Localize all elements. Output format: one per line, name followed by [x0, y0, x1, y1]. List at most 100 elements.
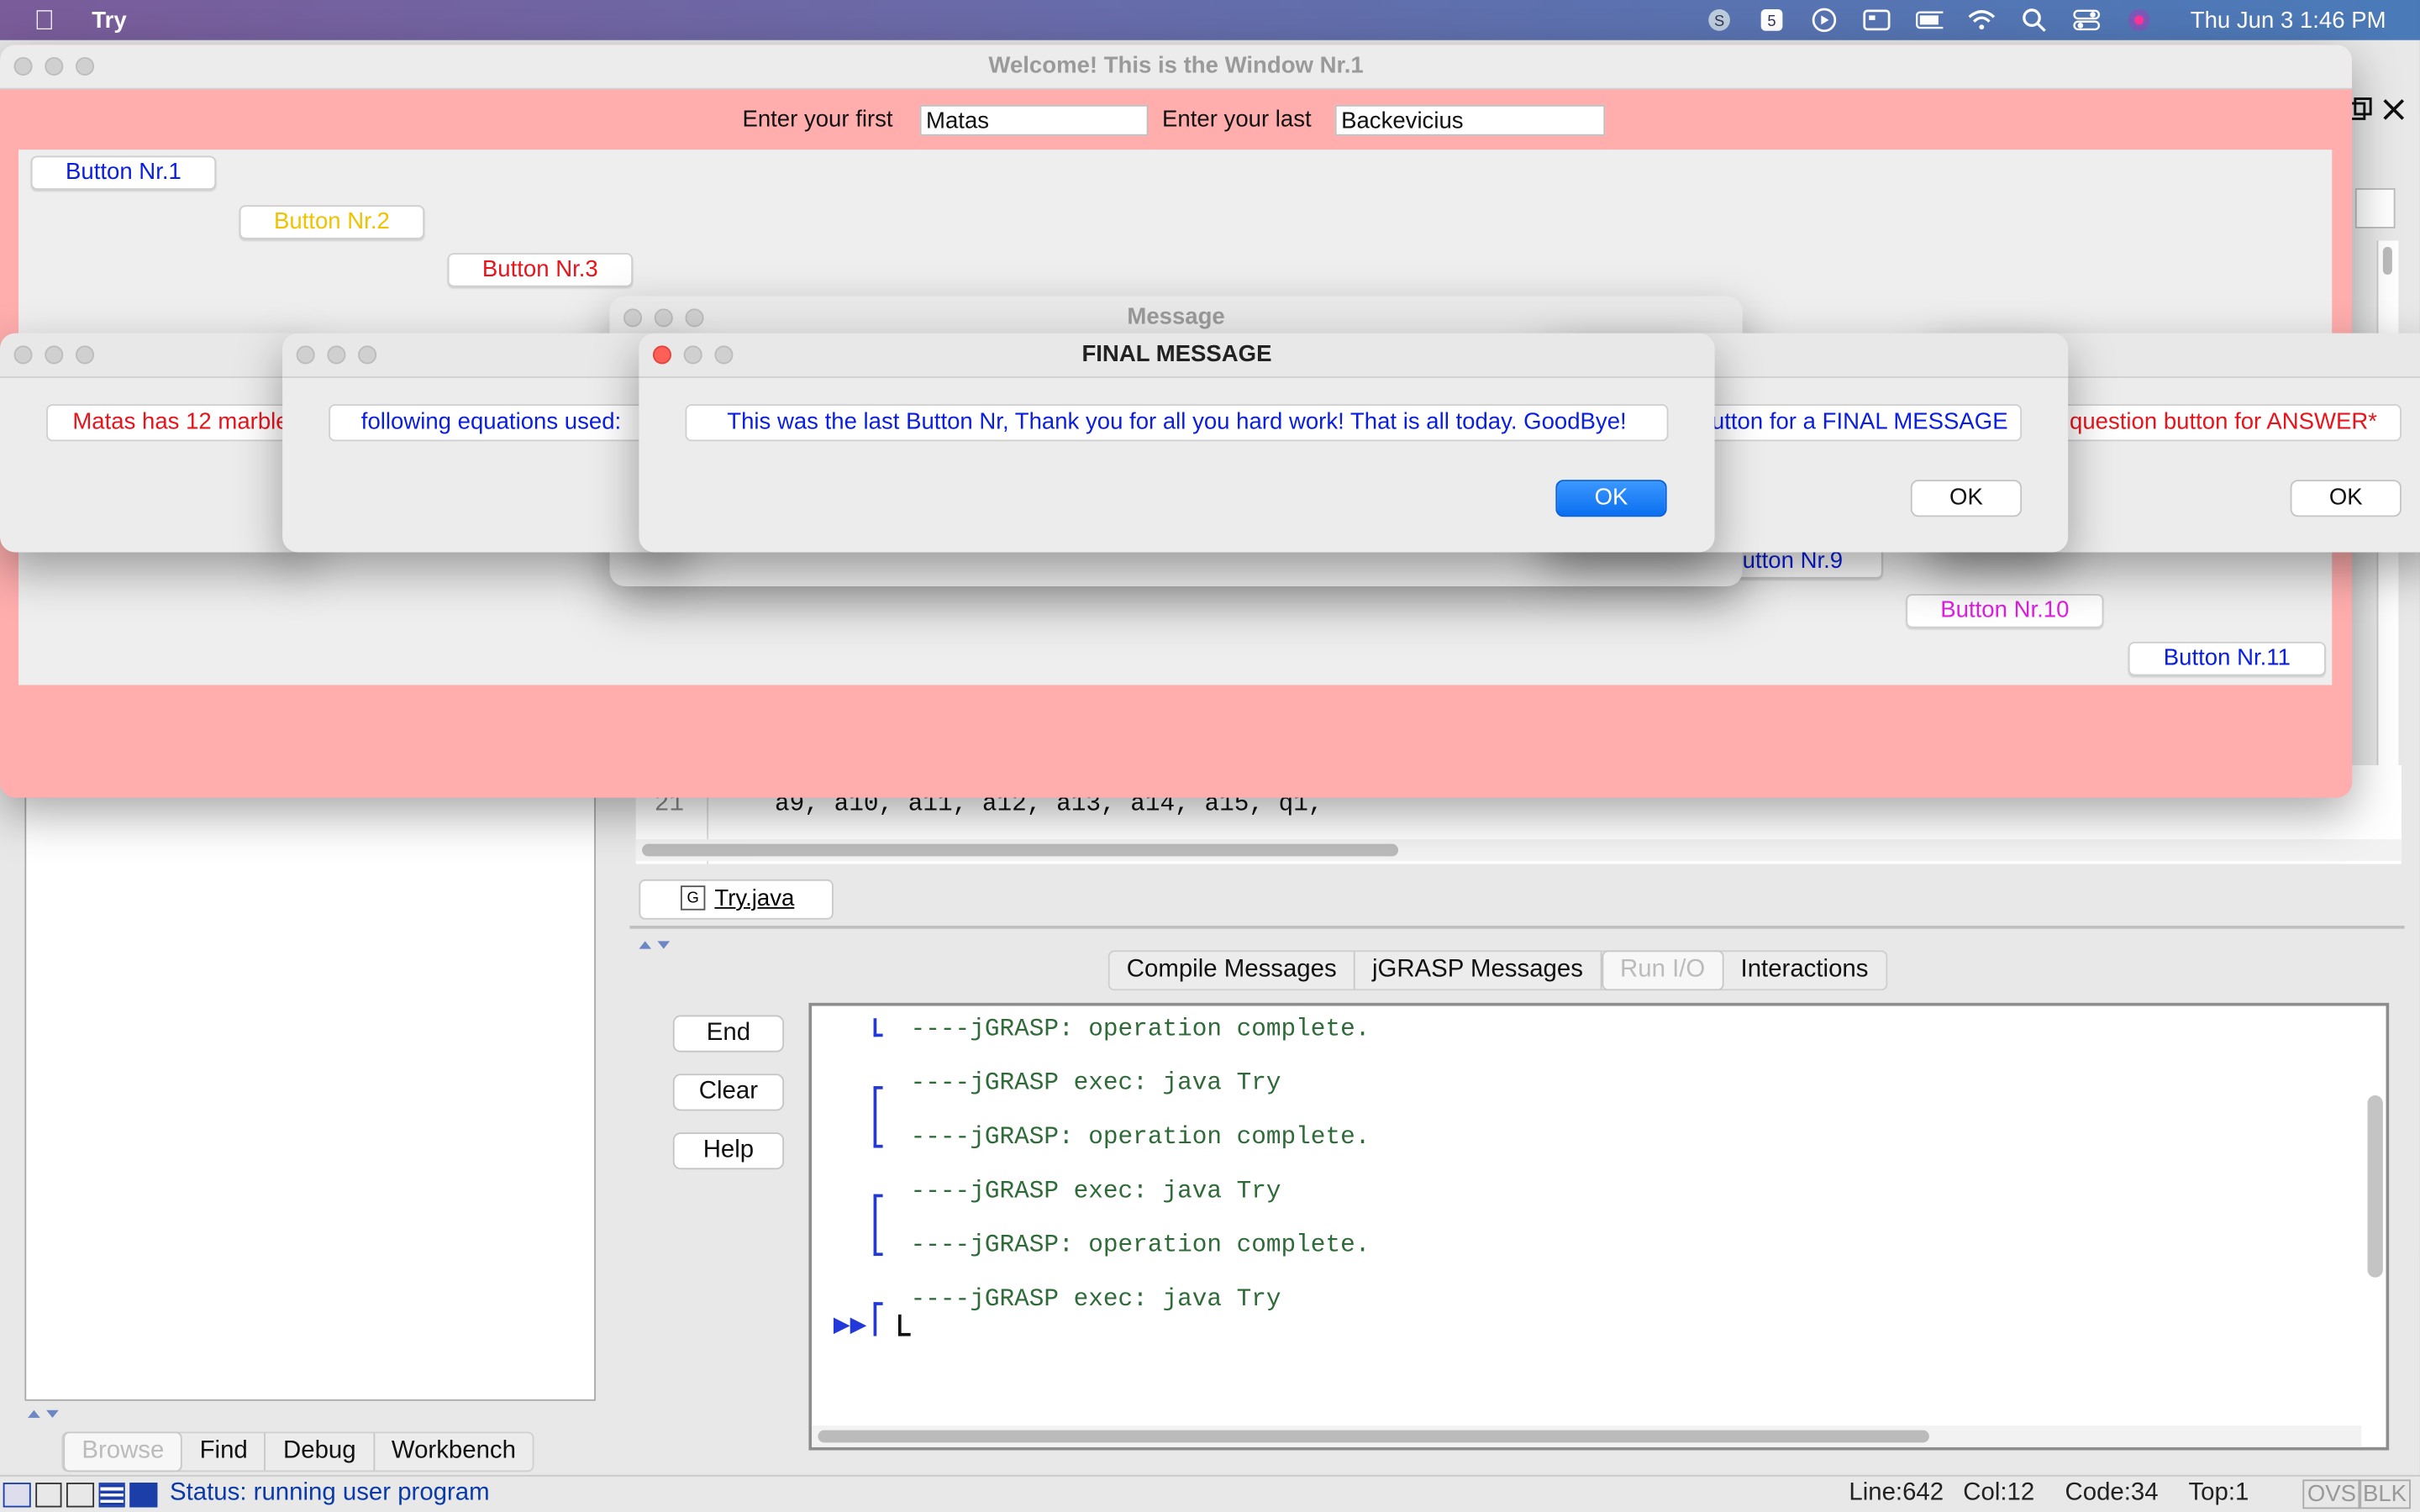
list-icon[interactable] [98, 1483, 126, 1508]
button-nr-1[interactable]: Button Nr.1 [30, 155, 217, 190]
svg-text:S: S [1714, 12, 1724, 29]
final-message-ok-button[interactable]: OK [1555, 480, 1667, 517]
minimize-window-icon[interactable] [45, 345, 64, 365]
marbles-message: Matas has 12 marble [46, 404, 309, 442]
message-tabbar: Compile Messages jGRASP Messages Run I/O… [1107, 950, 1887, 991]
control-center-icon[interactable] [2073, 8, 2101, 32]
answer-ok-button[interactable]: OK [2290, 480, 2402, 517]
skype-icon[interactable]: S [1706, 8, 1733, 32]
java-file-icon: G [680, 885, 706, 911]
button-nr-11[interactable]: Button Nr.11 [2128, 642, 2326, 676]
tab-find[interactable]: Find [182, 1433, 266, 1471]
zoom-window-icon[interactable] [685, 308, 704, 328]
close-window-icon[interactable] [623, 308, 643, 328]
zoom-window-icon[interactable] [714, 345, 734, 365]
tab-debug[interactable]: Debug [266, 1433, 375, 1471]
editor-side-field [2354, 188, 2396, 228]
last-name-field[interactable]: Backevicius [1334, 104, 1606, 136]
output-horizontal-scrollbar[interactable] [812, 1425, 2362, 1447]
end-button[interactable]: End [672, 1015, 785, 1053]
tab-workbench[interactable]: Workbench [375, 1433, 534, 1470]
welcome-window-titlebar[interactable]: Welcome! This is the Window Nr.1 [0, 45, 2353, 90]
first-name-label: Enter your first [742, 106, 893, 133]
tab-interactions[interactable]: Interactions [1723, 952, 1885, 989]
status-bar-icons[interactable] [3, 1483, 158, 1508]
minimize-window-icon[interactable] [45, 56, 64, 76]
final-prompt-ok-button[interactable]: OK [1910, 480, 2023, 517]
output-bracket [873, 1302, 883, 1336]
battery-icon[interactable] [1916, 8, 1944, 32]
tab-compile-messages[interactable]: Compile Messages [1110, 952, 1355, 990]
last-name-label: Enter your last [1162, 106, 1312, 133]
zoom-window-icon[interactable] [75, 56, 95, 76]
app-menu-name[interactable]: Try [92, 7, 126, 33]
button-nr-3[interactable]: Button Nr.3 [447, 253, 634, 287]
zoom-window-icon[interactable] [75, 345, 95, 365]
browse-splitter[interactable] [24, 1401, 596, 1418]
status-text: Status: running user program [170, 1479, 490, 1506]
final-prompt-message: utton for a FINAL MESSAGE [1682, 404, 2023, 442]
final-message-dialog: FINAL MESSAGE This was the last Button N… [639, 333, 1715, 553]
code-indicator: Code:34 [2065, 1479, 2159, 1506]
minimize-window-icon[interactable] [654, 308, 673, 328]
minimize-window-icon[interactable] [327, 345, 346, 365]
window-icon[interactable] [3, 1483, 30, 1508]
output-vertical-scrollbar[interactable] [2367, 1095, 2383, 1278]
play-icon[interactable] [1811, 8, 1839, 33]
button-nr-10[interactable]: Button Nr.10 [1906, 594, 2104, 628]
status-bar: Status: running user program Line:642 Co… [0, 1474, 2420, 1512]
close-icon[interactable] [2380, 96, 2407, 123]
input-cursor [897, 1314, 911, 1336]
button-nr-2[interactable]: Button Nr.2 [239, 205, 425, 239]
cascade-icon[interactable] [129, 1483, 158, 1508]
file-tab[interactable]: G Try.java [639, 879, 834, 920]
tab-jgrasp-messages[interactable]: jGRASP Messages [1355, 952, 1602, 990]
wifi-icon[interactable] [1968, 8, 1996, 32]
divider [629, 926, 2405, 929]
output-line: ----jGRASP exec: java Try [910, 1284, 1281, 1314]
file-tab-label: Try.java [714, 885, 795, 912]
marbles-dialog-titlebar[interactable] [0, 333, 309, 378]
final-message-titlebar[interactable]: FINAL MESSAGE [639, 333, 1715, 378]
blk-indicator[interactable]: BLK [2358, 1479, 2412, 1509]
output-line: ----jGRASP: operation complete. [910, 1123, 1370, 1152]
spotlight-search-icon[interactable] [2021, 8, 2049, 32]
split-icon[interactable] [66, 1483, 94, 1508]
close-window-icon[interactable] [13, 345, 33, 365]
close-window-icon[interactable] [13, 56, 33, 76]
help-button[interactable]: Help [672, 1132, 785, 1170]
ovs-indicator[interactable]: OVS [2302, 1479, 2361, 1509]
run-indicator-icon: ▶▶ [833, 1311, 867, 1336]
menu-bar:  Try S 5 Thu Jun 3 1:46 PM [0, 0, 2420, 40]
minimize-window-icon[interactable] [683, 345, 702, 365]
equations-message: following equations used: [329, 404, 684, 442]
message-dialog-title: Message [1127, 303, 1225, 331]
menu-clock[interactable]: Thu Jun 3 1:46 PM [2191, 7, 2386, 33]
output-line: ----jGRASP: operation complete. [910, 1231, 1370, 1259]
line-indicator: Line:642 [1849, 1479, 1944, 1506]
layout-icon[interactable] [34, 1483, 62, 1508]
svg-text:5: 5 [1768, 12, 1776, 29]
equations-dialog: following equations used: [282, 333, 684, 553]
apple-icon[interactable]:  [34, 4, 55, 37]
close-window-icon[interactable] [296, 345, 315, 365]
close-window-icon[interactable] [652, 345, 671, 365]
equations-dialog-titlebar[interactable] [282, 333, 684, 378]
output-bracket [873, 1018, 883, 1037]
five-icon[interactable]: 5 [1758, 8, 1786, 32]
panel-splitter[interactable] [636, 932, 682, 949]
top-indicator: Top:1 [2188, 1479, 2249, 1506]
editor-horizontal-scrollbar[interactable] [635, 839, 2402, 861]
first-name-field[interactable]: Matas [919, 104, 1149, 136]
output-bracket [873, 1194, 883, 1257]
display-icon[interactable] [1863, 8, 1891, 32]
zoom-window-icon[interactable] [358, 345, 377, 365]
tab-browse[interactable]: Browse [63, 1431, 183, 1473]
clear-button[interactable]: Clear [672, 1074, 785, 1111]
col-indicator: Col:12 [1963, 1479, 2035, 1506]
run-io-output[interactable]: ----jGRASP: operation complete. ----jGRA… [808, 1002, 2390, 1451]
output-bracket [873, 1086, 883, 1148]
tab-run-io[interactable]: Run I/O [1601, 950, 1724, 991]
siri-icon[interactable] [2126, 8, 2154, 32]
welcome-window-title: Welcome! This is the Window Nr.1 [988, 52, 1364, 79]
